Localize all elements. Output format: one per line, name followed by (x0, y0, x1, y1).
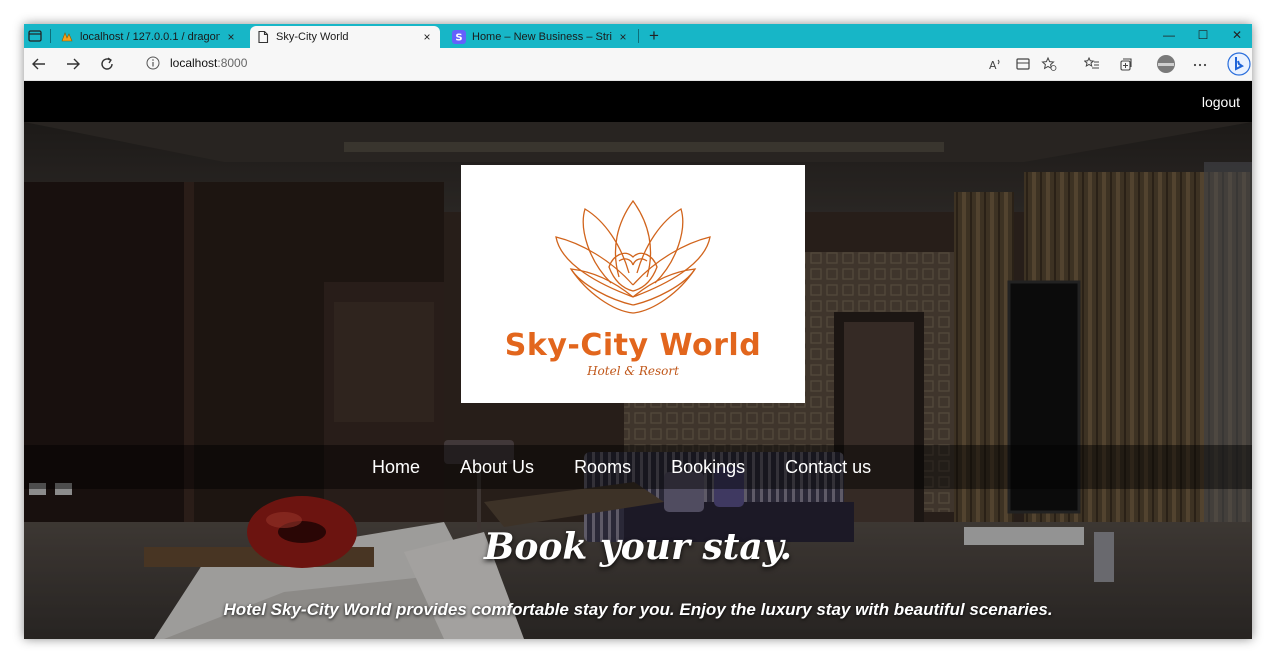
profile-avatar-icon (1157, 55, 1175, 73)
tab-bar: localhost / 127.0.0.1 / dragonho × Sky-C… (24, 24, 1252, 48)
site-info-icon[interactable] (146, 56, 160, 70)
tab-separator (50, 29, 51, 43)
hero-headline: Book your stay. (483, 526, 793, 568)
reload-button[interactable] (96, 53, 118, 75)
immersive-reader-button[interactable] (1013, 54, 1033, 74)
hotel-logo: Sky-City World Hotel & Resort (461, 165, 805, 403)
star-add-icon (1041, 56, 1057, 71)
nav-home[interactable]: Home (372, 457, 420, 478)
svg-text:S: S (455, 33, 462, 44)
url-host: localhost (170, 56, 218, 70)
url-field[interactable]: localhost:8000 (170, 56, 247, 70)
minimize-button[interactable]: — (1154, 24, 1184, 48)
tab-sky-city-world[interactable]: Sky-City World × (250, 26, 440, 48)
tab-title: localhost / 127.0.0.1 / dragonho (80, 31, 220, 43)
collections-button[interactable] (1116, 54, 1136, 74)
maximize-button[interactable]: ☐ (1188, 24, 1218, 48)
lotus-logo-icon (555, 199, 711, 314)
add-favorite-button[interactable] (1039, 54, 1059, 74)
arrow-left-icon (32, 58, 45, 70)
close-tab-icon[interactable]: × (224, 30, 238, 44)
tab-separator (638, 29, 639, 43)
reader-view-icon (1016, 58, 1030, 70)
read-aloud-button[interactable]: A (985, 54, 1005, 74)
reload-icon (101, 57, 113, 70)
favorites-list-icon (1083, 56, 1099, 69)
new-tab-button[interactable]: + (644, 26, 664, 46)
collections-icon (1120, 58, 1132, 71)
close-tab-icon[interactable]: × (420, 30, 434, 44)
page-icon (258, 30, 269, 44)
stripe-icon: S (452, 30, 466, 44)
brand-name: Sky-City World (504, 328, 762, 363)
hero-subheadline: Hotel Sky-City World provides comfortabl… (223, 600, 1053, 619)
nav-rooms[interactable]: Rooms (574, 457, 631, 478)
close-window-button[interactable]: ✕ (1222, 24, 1252, 48)
main-nav: Home About Us Rooms Bookings Contact us (24, 445, 1252, 489)
top-bar: logout (24, 81, 1252, 122)
nav-contact-us[interactable]: Contact us (785, 457, 871, 478)
webpage: logout Sky-City World Hotel & Resort Hom… (24, 81, 1252, 639)
nav-about-us[interactable]: About Us (460, 457, 534, 478)
phpmyadmin-icon (61, 32, 73, 42)
profile-button[interactable] (1156, 54, 1176, 74)
browser-window: localhost / 127.0.0.1 / dragonho × Sky-C… (24, 24, 1252, 639)
back-button[interactable] (28, 53, 50, 75)
tab-title: Home – New Business – Stripe [T (472, 31, 612, 43)
nav-bookings[interactable]: Bookings (671, 457, 745, 478)
settings-more-button[interactable] (1190, 54, 1210, 74)
arrow-right-icon (67, 58, 80, 70)
bing-icon (1227, 52, 1251, 76)
workspaces-icon[interactable] (26, 27, 44, 45)
tab-stripe[interactable]: S Home – New Business – Stripe [T × (446, 26, 636, 48)
close-tab-icon[interactable]: × (616, 30, 630, 44)
forward-button[interactable] (62, 53, 84, 75)
url-port: :8000 (217, 56, 248, 70)
read-aloud-icon: A (989, 59, 1000, 72)
brand-tagline: Hotel & Resort (587, 364, 679, 378)
hero-section: Sky-City World Hotel & Resort Home About… (24, 122, 1252, 639)
address-bar: localhost:8000 A (24, 48, 1252, 81)
favorites-button[interactable] (1082, 54, 1102, 74)
svg-text:A: A (989, 59, 997, 72)
tab-title: Sky-City World (276, 31, 349, 43)
tab-phpmyadmin[interactable]: localhost / 127.0.0.1 / dragonho × (54, 26, 244, 48)
logout-link[interactable]: logout (1202, 94, 1240, 110)
bing-copilot-button[interactable] (1227, 52, 1251, 76)
more-dots-icon (1193, 63, 1207, 67)
